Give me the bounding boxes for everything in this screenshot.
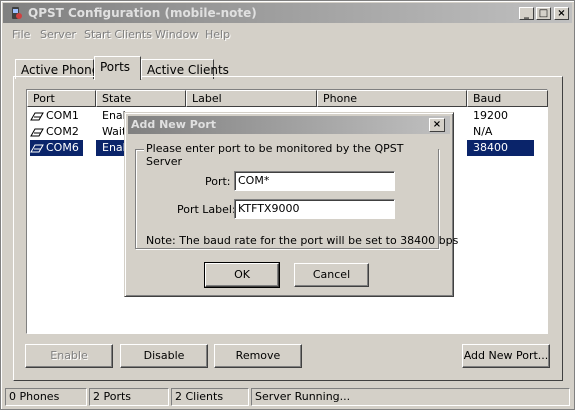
column-header-label[interactable]: Label (186, 90, 317, 107)
window-title: QPST Configuration (mobile-note) (28, 6, 257, 20)
port-label-input[interactable]: KTFTX9000 (234, 199, 395, 219)
menu-help[interactable]: Help (205, 28, 230, 41)
port-cell: COM2 (30, 124, 79, 140)
status-phones: 0 Phones (5, 388, 87, 406)
state-cell: Wait (102, 125, 127, 138)
maximize-button[interactable]: □ (536, 7, 551, 20)
port-label-field-label: Port Label: (177, 203, 236, 216)
ports-list-header: Port State Label Phone Baud (27, 90, 548, 107)
qpst-app-icon (12, 7, 22, 19)
enable-button[interactable]: Enable (25, 344, 113, 368)
menu-window[interactable]: Window (155, 28, 198, 41)
port-cell: COM1 (30, 108, 79, 124)
dialog-title-bar[interactable]: Add New Port × (128, 116, 450, 134)
menu-start-clients[interactable]: Start Clients (84, 28, 152, 41)
add-new-port-dialog: Add New Port × Please enter port to be m… (124, 112, 458, 297)
serial-port-icon (30, 112, 44, 120)
baud-cell: N/A (473, 125, 493, 138)
status-bar: 0 Phones 2 Ports 2 Clients Server Runnin… (3, 387, 572, 407)
menu-file[interactable]: File (12, 28, 30, 41)
add-new-port-button[interactable]: Add New Port... (462, 344, 550, 368)
groupbox-label: Please enter port to be monitored by the… (144, 142, 438, 168)
status-clients: 2 Clients (171, 388, 249, 406)
column-header-port[interactable]: Port (27, 90, 96, 107)
column-header-state[interactable]: State (96, 90, 186, 107)
port-input[interactable]: COM* (234, 171, 395, 191)
cancel-button[interactable]: Cancel (294, 263, 369, 287)
status-ports: 2 Ports (89, 388, 169, 406)
baud-rate-note: Note: The baud rate for the port will be… (146, 234, 459, 247)
baud-cell: 38400 (467, 140, 534, 156)
baud-cell: 19200 (473, 109, 508, 122)
menu-server[interactable]: Server (40, 28, 76, 41)
serial-port-icon (30, 144, 44, 152)
title-bar[interactable]: QPST Configuration (mobile-note) _ □ × (3, 3, 572, 23)
remove-button[interactable]: Remove (214, 344, 302, 368)
minimize-button[interactable]: _ (519, 7, 534, 20)
serial-port-icon (30, 128, 44, 136)
column-header-baud[interactable]: Baud (467, 90, 548, 107)
port-field-label: Port: (205, 175, 231, 188)
close-button[interactable]: × (554, 7, 569, 20)
column-header-phone[interactable]: Phone (317, 90, 467, 107)
dialog-close-button[interactable]: × (429, 118, 445, 132)
tab-ports[interactable]: Ports (94, 56, 141, 80)
menu-bar: File Server Start Clients Window Help (3, 25, 572, 45)
port-cell: COM6 (30, 140, 83, 156)
disable-button[interactable]: Disable (120, 344, 208, 368)
ok-button[interactable]: OK (205, 263, 279, 287)
status-server: Server Running... (251, 388, 570, 406)
dialog-title: Add New Port (131, 118, 217, 131)
